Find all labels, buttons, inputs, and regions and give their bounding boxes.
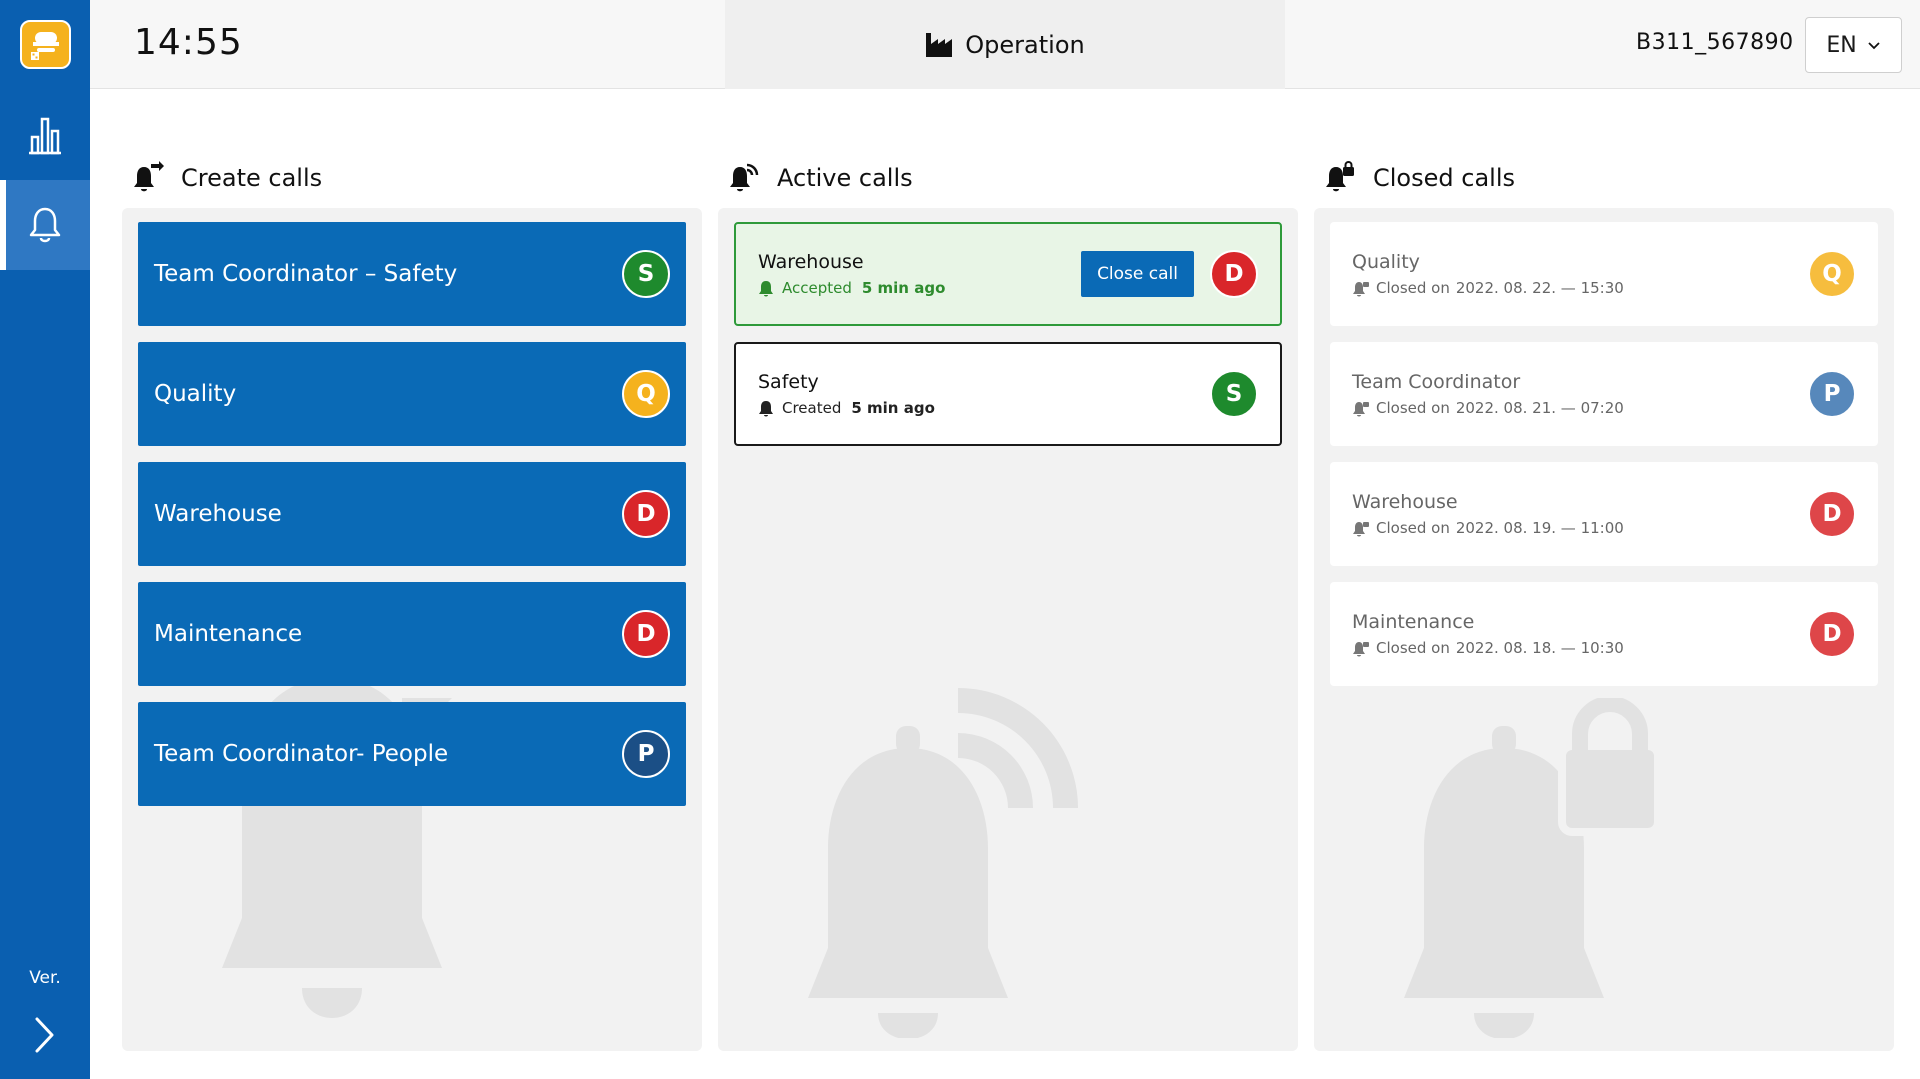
safety-badge: S [622, 250, 670, 298]
closed-date: 2022. 08. 21. — 07:20 [1455, 399, 1624, 417]
language-select[interactable]: EN [1805, 17, 1902, 73]
create-calls-title: Create calls [181, 164, 323, 192]
create-call-label: Quality [154, 381, 237, 407]
call-name: Warehouse [758, 251, 864, 273]
create-calls-heading: Create calls [131, 158, 322, 198]
closed-date: 2022. 08. 22. — 15:30 [1455, 279, 1624, 297]
mode-label: Operation [965, 30, 1085, 59]
closed-calls-panel: Quality Closed on 2022. 08. 22. — 15:30 … [1314, 208, 1894, 1051]
closed-call-card[interactable]: Warehouse Closed on 2022. 08. 19. — 11:0… [1330, 462, 1878, 566]
create-call-button[interactable]: Warehouse D [138, 462, 686, 566]
department-badge: D [1210, 250, 1258, 298]
create-call-button[interactable]: Team Coordinator- People P [138, 702, 686, 806]
nav-statistics[interactable] [0, 90, 90, 180]
call-name: Warehouse [1352, 491, 1458, 513]
language-value: EN [1826, 32, 1857, 58]
close-call-button[interactable]: Close call [1081, 251, 1194, 297]
active-calls-title: Active calls [777, 164, 913, 192]
department-badge: D [1808, 490, 1856, 538]
call-status: Accepted [782, 279, 852, 297]
bell-ringing-icon [727, 161, 761, 195]
app-logo [20, 20, 71, 69]
bar-chart-icon [29, 117, 61, 155]
clock: 14:55 [134, 22, 243, 63]
operation-mode: Operation [725, 0, 1285, 89]
closed-label: Closed on [1376, 639, 1450, 657]
call-name: Team Coordinator [1352, 371, 1521, 393]
bell-created-icon [759, 401, 773, 417]
closed-calls-title: Closed calls [1373, 164, 1515, 192]
closed-call-card[interactable]: Quality Closed on 2022. 08. 22. — 15:30 … [1330, 222, 1878, 326]
nav-calls[interactable] [0, 180, 90, 270]
closed-date: 2022. 08. 19. — 11:00 [1455, 519, 1624, 537]
bell-ringing-watermark-icon [808, 688, 1078, 1038]
quality-badge: Q [1808, 250, 1856, 298]
bell-locked-watermark-icon [1404, 698, 1662, 1038]
call-name: Maintenance [1352, 611, 1475, 633]
bell-watermark-icon [222, 678, 452, 1018]
closed-label: Closed on [1376, 399, 1450, 417]
create-call-label: Maintenance [154, 621, 303, 647]
chevron-right-icon [35, 1017, 54, 1053]
closed-label: Closed on [1376, 279, 1450, 297]
active-calls-panel: Warehouse Accepted 5 min ago Close call … [718, 208, 1298, 1051]
app-logo-icon [30, 31, 59, 60]
call-name: Safety [758, 371, 819, 393]
call-status: Created [782, 399, 842, 417]
bell-locked-icon [1323, 161, 1357, 195]
bell-locked-icon [1353, 522, 1369, 537]
chevron-down-icon [1868, 41, 1880, 49]
create-call-button[interactable]: Quality Q [138, 342, 686, 446]
people-badge: P [1808, 370, 1856, 418]
closed-calls-heading: Closed calls [1323, 158, 1515, 198]
closed-call-card[interactable]: Maintenance Closed on 2022. 08. 18. — 10… [1330, 582, 1878, 686]
closed-date: 2022. 08. 18. — 10:30 [1455, 639, 1624, 657]
create-call-label: Warehouse [154, 501, 282, 527]
closed-call-card[interactable]: Team Coordinator Closed on 2022. 08. 21.… [1330, 342, 1878, 446]
call-time: 5 min ago [861, 279, 946, 297]
bell-icon [29, 207, 61, 243]
active-calls-heading: Active calls [727, 158, 913, 198]
bell-locked-icon [1353, 282, 1369, 297]
device-id: B311_567890 [1636, 30, 1794, 55]
safety-badge: S [1210, 370, 1258, 418]
quality-badge: Q [622, 370, 670, 418]
bell-accepted-icon [759, 281, 773, 297]
create-call-label: Team Coordinator- People [154, 741, 449, 767]
factory-icon [926, 32, 953, 57]
top-bar: 14:55 Operation B311_567890 EN [90, 0, 1920, 89]
active-call-card[interactable]: Safety Created 5 min ago S [734, 342, 1282, 446]
department-badge: D [622, 490, 670, 538]
closed-label: Closed on [1376, 519, 1450, 537]
create-call-button[interactable]: Team Coordinator – Safety S [138, 222, 686, 326]
create-call-button[interactable]: Maintenance D [138, 582, 686, 686]
call-time: 5 min ago [851, 399, 935, 417]
create-calls-panel: Team Coordinator – Safety S Quality Q Wa… [122, 208, 702, 1051]
sidebar: Ver. [0, 0, 90, 1079]
bell-create-icon [131, 161, 165, 195]
department-badge: D [1808, 610, 1856, 658]
active-call-card[interactable]: Warehouse Accepted 5 min ago Close call … [734, 222, 1282, 326]
bell-locked-icon [1353, 642, 1369, 657]
call-name: Quality [1352, 251, 1420, 273]
create-call-label: Team Coordinator – Safety [154, 261, 458, 287]
bell-locked-icon [1353, 402, 1369, 417]
people-badge: P [622, 730, 670, 778]
version-label: Ver. [29, 968, 61, 988]
department-badge: D [622, 610, 670, 658]
expand-sidebar-button[interactable] [25, 1010, 65, 1060]
